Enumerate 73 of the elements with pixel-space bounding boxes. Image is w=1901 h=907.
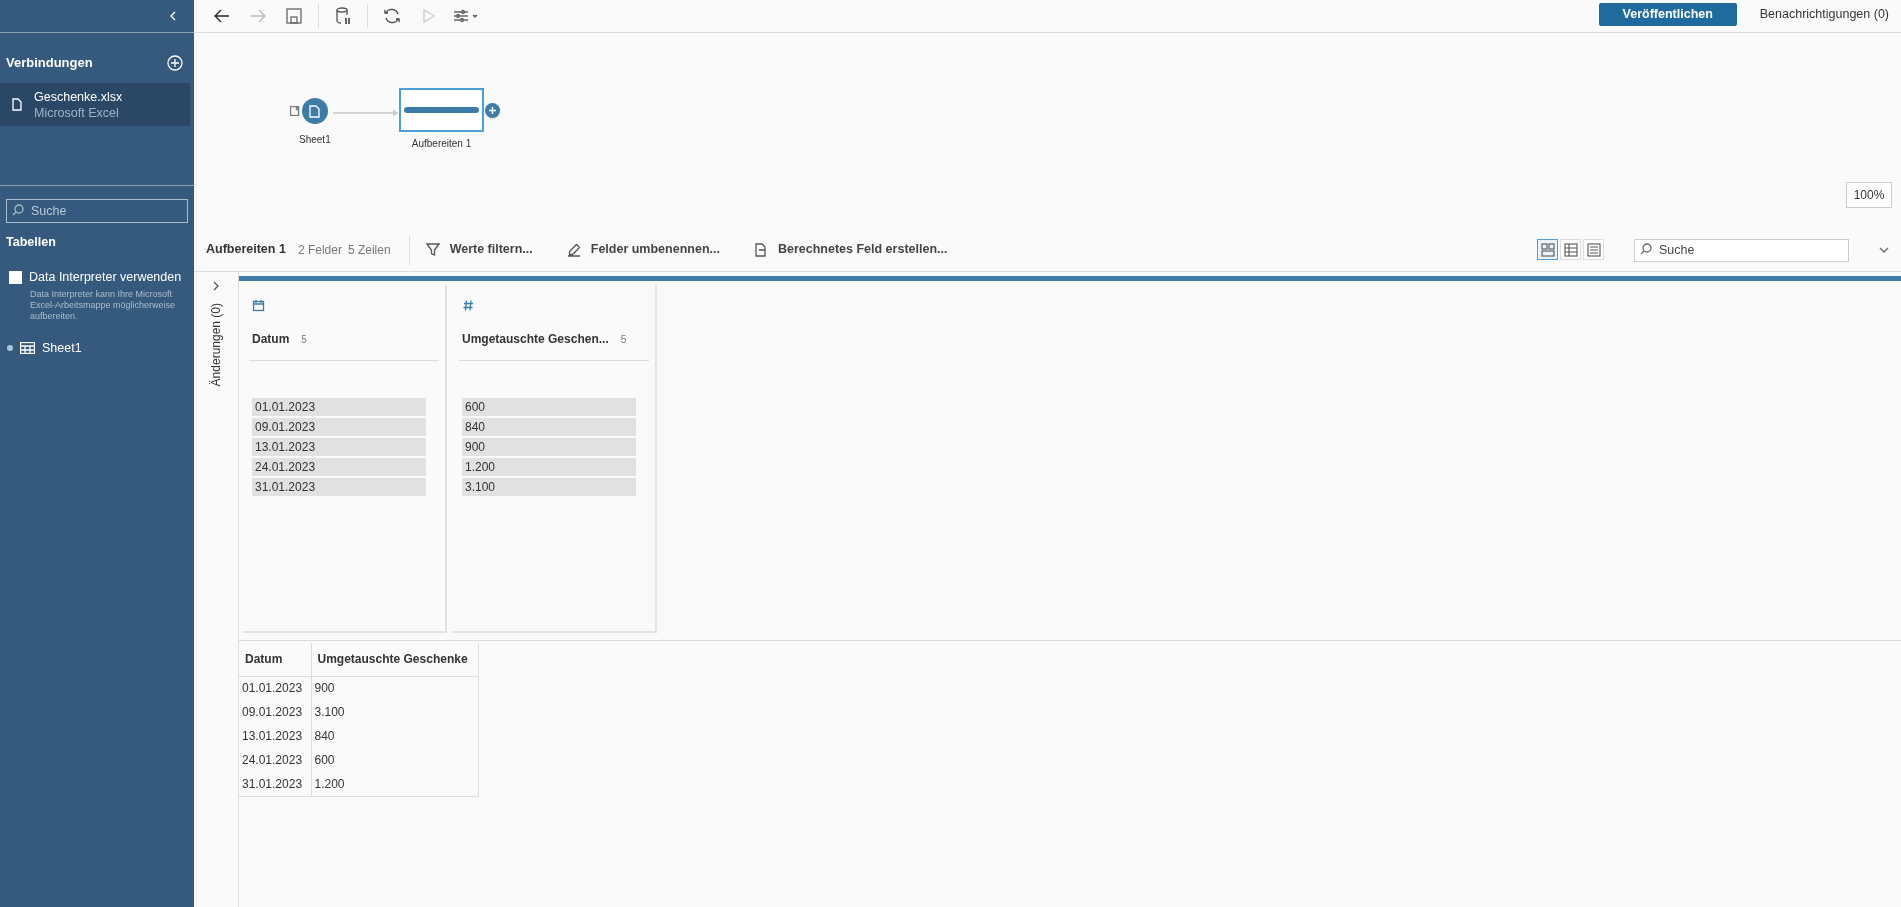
table-cell: 900 [311, 676, 478, 700]
search-icon [1640, 243, 1652, 256]
connection-item[interactable]: Geschenke.xlsx Microsoft Excel [0, 83, 190, 126]
value-bar[interactable]: 13.01.2023 [252, 438, 426, 456]
description-text: Data Interpreter kann Ihre Microsoft Excel-Arbeitsmappe möglicherweise aufbereiten. [29, 288, 177, 322]
value-bar[interactable]: 840 [462, 418, 636, 436]
table-cell: 840 [311, 724, 478, 748]
action-button[interactable]: Berechnetes Feld erstellen... [753, 240, 948, 259]
file-icon [12, 98, 22, 111]
table-cell: 1.200 [311, 772, 478, 796]
table-cell: 31.01.2023 [239, 772, 311, 796]
node-label: Sheet1 [299, 133, 331, 147]
value-bar[interactable]: 600 [462, 398, 636, 416]
distinct-count: 5 [620, 332, 627, 347]
value-bar[interactable]: 3.100 [462, 478, 636, 496]
table-cell: 3.100 [311, 700, 478, 724]
connection-type: Microsoft Excel [34, 104, 120, 121]
value-bar[interactable]: 09.01.2023 [252, 418, 426, 436]
value-bar[interactable]: 1.200 [462, 458, 636, 476]
connector-arrow [333, 110, 399, 116]
value-bar[interactable]: 31.01.2023 [252, 478, 426, 496]
remove-icon[interactable] [289, 106, 300, 116]
table-icon [20, 341, 35, 354]
field-name: Datum [252, 331, 290, 348]
search-icon [12, 204, 24, 216]
add-step-icon[interactable] [485, 102, 500, 118]
value-bar[interactable]: 01.01.2023 [252, 398, 426, 416]
field-card[interactable]: Umgetauschte Geschen... 5 600 840 900 1.200 3.100 [453, 285, 657, 633]
changes-label[interactable]: Änderungen (0) [207, 303, 225, 387]
checkbox-label[interactable]: Data Interpreter verwenden [29, 267, 182, 287]
node-label: Aufbereiten 1 [411, 137, 472, 151]
calendar-icon [252, 299, 265, 312]
action-button[interactable]: Werte filtern... [425, 240, 533, 259]
field-count: 2 Felder [297, 241, 342, 259]
expand-icon[interactable] [212, 281, 220, 291]
field-card[interactable]: Datum 5 01.01.2023 09.01.2023 13.01.2023 24.01.2023 31.01.2023 [243, 285, 447, 633]
file-icon [309, 104, 321, 118]
table-cell: 13.01.2023 [239, 724, 311, 748]
expand-icon[interactable] [1879, 245, 1889, 254]
column-header[interactable]: Umgetauschte Geschenke [311, 643, 478, 676]
table-cell: 600 [311, 748, 478, 772]
value-bar[interactable]: 900 [462, 438, 636, 456]
hash-icon [462, 299, 475, 312]
search-field[interactable]: Suche [6, 199, 188, 223]
clean-node[interactable] [399, 88, 484, 132]
section-title: Verbindungen [6, 54, 93, 73]
zoom-level[interactable]: 100% [1846, 182, 1892, 208]
filter-icon [425, 242, 440, 257]
input-node[interactable] [301, 98, 328, 124]
pencil-icon [566, 242, 581, 257]
publish-button[interactable]: Veröffentlichen [1598, 3, 1737, 26]
connection-name: Geschenke.xlsx [34, 88, 123, 105]
checkbox[interactable] [9, 270, 22, 284]
field-name: Umgetauschte Geschen... [462, 331, 609, 348]
add-icon[interactable] [167, 55, 183, 71]
action-button[interactable]: Felder umbenennen... [566, 240, 720, 259]
profile-view-icon[interactable] [1537, 239, 1558, 260]
value-bar[interactable]: 24.01.2023 [252, 458, 426, 476]
section-title: Tabellen [5, 234, 57, 251]
table-cell: 24.01.2023 [239, 748, 311, 772]
list-view-icon[interactable] [1583, 239, 1604, 260]
table-cell: 01.01.2023 [239, 676, 311, 700]
column-header[interactable]: Datum [239, 643, 311, 676]
step-title: Aufbereiten 1 [206, 241, 286, 259]
table-cell: 09.01.2023 [239, 700, 311, 724]
document-icon [753, 242, 768, 257]
distinct-count: 5 [301, 332, 307, 347]
collapse-icon[interactable] [168, 10, 178, 22]
row-count: 5 Zeilen [347, 241, 391, 259]
notifications-button[interactable]: Benachrichtigungen (0) [1759, 5, 1889, 24]
table-view-icon[interactable] [1560, 239, 1581, 260]
search-field[interactable]: Suche [1634, 238, 1849, 262]
table-item[interactable]: Sheet1 [42, 338, 82, 358]
